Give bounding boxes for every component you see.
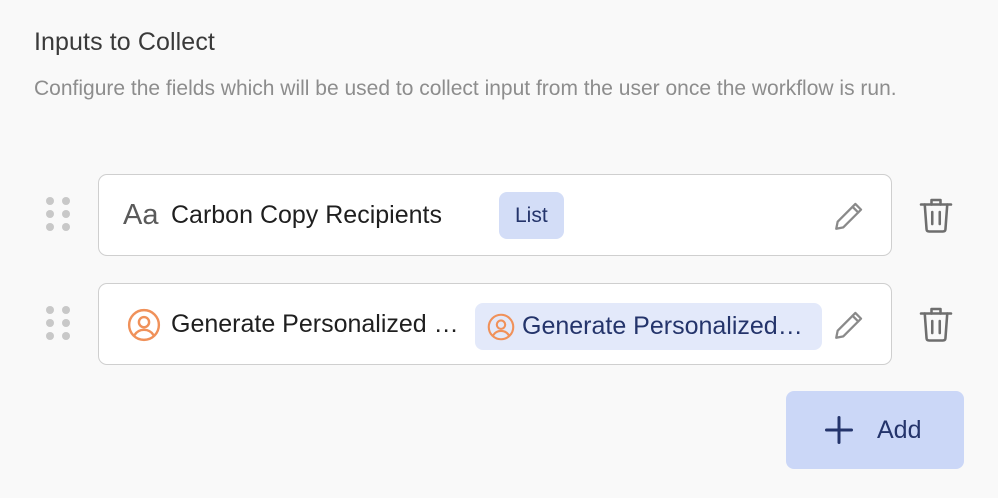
input-field-row: Generate Personalized Email Generate Per… [0,282,998,366]
trash-icon[interactable] [918,195,954,235]
field-name: Carbon Copy Recipients [171,201,442,229]
inputs-to-collect-panel: Inputs to Collect Configure the fields w… [0,0,998,498]
drag-handle-icon[interactable] [46,306,70,342]
add-input-button[interactable]: Add [786,391,964,469]
section-description: Configure the fields which will be used … [34,77,897,100]
person-circle-icon [487,313,515,341]
pencil-icon[interactable] [832,308,866,342]
input-field-row: Aa Carbon Copy Recipients List [0,173,998,257]
field-source-label: Generate Personalized Email [522,312,807,340]
text-type-icon: Aa [123,199,159,231]
input-field-card[interactable]: Generate Personalized Email Generate Per… [98,283,892,365]
add-button-label: Add [877,416,922,444]
field-name: Generate Personalized Email [171,310,466,338]
trash-icon[interactable] [918,304,954,344]
plus-icon [825,416,853,444]
field-type-badge: List [499,192,564,239]
person-circle-icon [127,308,161,342]
pencil-icon[interactable] [832,199,866,233]
drag-handle-icon[interactable] [46,197,70,233]
field-source-badge: Generate Personalized Email [475,303,822,350]
input-field-card[interactable]: Aa Carbon Copy Recipients List [98,174,892,256]
section-title: Inputs to Collect [34,28,215,56]
